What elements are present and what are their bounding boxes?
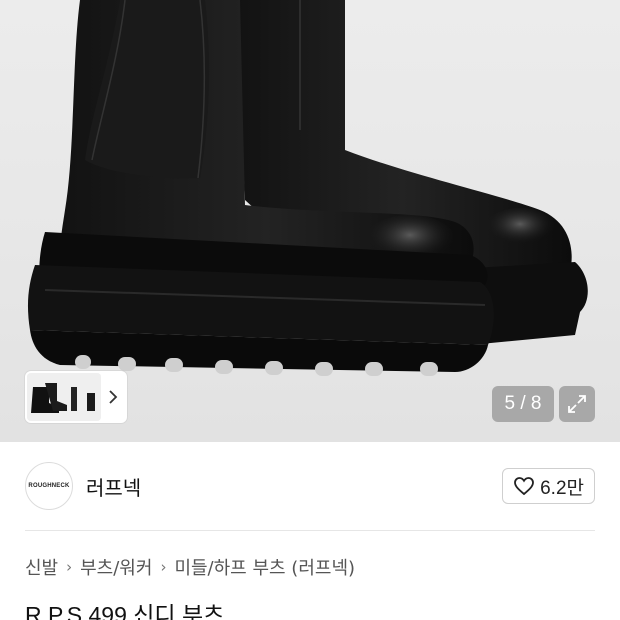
thumbnail-image[interactable] [27, 373, 101, 421]
chevron-right-icon: › [66, 558, 73, 576]
thumbnail-strip[interactable] [25, 371, 127, 423]
brand-logo-text: ROUGHNECK [28, 483, 70, 489]
breadcrumb-item[interactable]: 미들/하프 부츠 (러프넥) [174, 554, 355, 580]
product-image-gallery[interactable]: 5 / 8 [0, 0, 620, 442]
heart-icon [514, 477, 534, 496]
brand-row: ROUGHNECK 러프넥 6.2만 [0, 442, 620, 530]
chevron-right-icon: › [160, 558, 167, 576]
divider [25, 530, 595, 531]
like-count: 6.2만 [540, 477, 584, 499]
chevron-right-icon[interactable] [101, 373, 125, 421]
product-title: R.P.S 499 신디 부츠 [25, 602, 225, 620]
brand-logo[interactable]: ROUGHNECK [25, 462, 73, 510]
breadcrumb-item[interactable]: 부츠/워커 [80, 554, 152, 580]
breadcrumb: 신발 › 부츠/워커 › 미들/하프 부츠 (러프넥) [25, 553, 355, 581]
breadcrumb-item[interactable]: 신발 [25, 554, 58, 580]
image-counter: 5 / 8 [492, 386, 554, 422]
expand-icon[interactable] [559, 386, 595, 422]
brand-name[interactable]: 러프넥 [86, 472, 141, 501]
like-button[interactable]: 6.2만 [502, 468, 595, 504]
